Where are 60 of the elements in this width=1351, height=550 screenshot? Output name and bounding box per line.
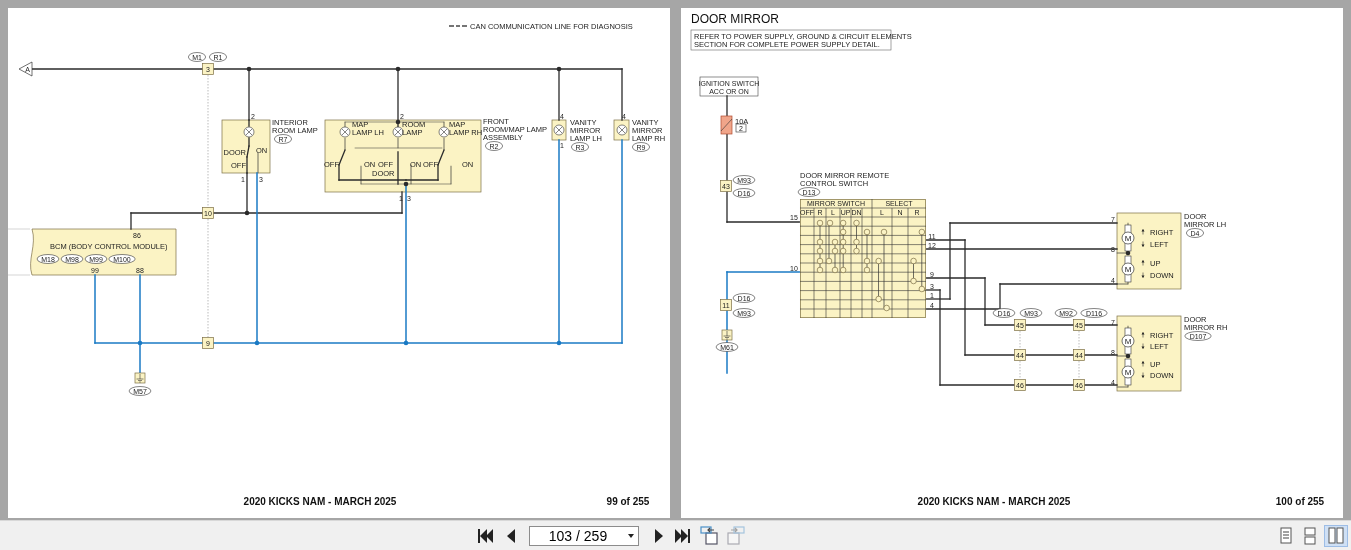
junction-dot xyxy=(244,210,250,216)
footer-title: 2020 KICKS NAM - MARCH 2025 xyxy=(243,495,397,507)
continuous-pages-icon xyxy=(1303,526,1319,545)
back-view-icon xyxy=(700,526,719,545)
two-pages-view-button[interactable] xyxy=(1324,524,1348,547)
contact-circle xyxy=(910,257,917,265)
up-arrow-icon xyxy=(1141,260,1145,266)
lamp-icon xyxy=(438,126,450,138)
junction-dot xyxy=(395,119,401,125)
component-box xyxy=(221,119,271,174)
down-arrow-icon xyxy=(1141,343,1145,349)
page-number: 100 of 255 xyxy=(1275,495,1325,507)
junction-dot xyxy=(246,66,252,72)
junction-dot xyxy=(254,340,260,346)
junction-dot xyxy=(556,340,562,346)
first-page-icon xyxy=(476,526,495,545)
motor-symbol: M xyxy=(1121,327,1135,355)
motor-symbol: M xyxy=(1121,255,1135,283)
contact-circle xyxy=(918,228,925,236)
wire xyxy=(726,133,728,181)
single-page-icon xyxy=(1279,526,1295,545)
up-arrow-icon xyxy=(1141,361,1145,367)
page-number-field[interactable]: 103 / 259 xyxy=(529,525,639,546)
ground-icon xyxy=(134,372,146,384)
line-style-icon xyxy=(448,25,468,27)
footer-title: 2020 KICKS NAM - MARCH 2025 xyxy=(917,495,1071,507)
contact-circle xyxy=(863,228,871,236)
contact-circle xyxy=(826,219,834,227)
forward-view-icon xyxy=(727,526,746,545)
two-pages-icon xyxy=(1328,526,1344,545)
lamp-icon xyxy=(392,126,404,138)
up-arrow-icon xyxy=(1141,332,1145,338)
motor-symbol: M xyxy=(1121,358,1135,386)
last-page-icon xyxy=(673,526,692,545)
lamp-icon xyxy=(553,124,565,136)
contact-circle xyxy=(816,219,824,227)
junction-dot xyxy=(403,181,409,187)
junction-dot xyxy=(137,340,143,346)
page-title: DOOR MIRROR xyxy=(691,12,779,26)
motor-symbol: M xyxy=(1121,224,1135,252)
down-arrow-icon xyxy=(1141,372,1145,378)
wire xyxy=(726,310,728,374)
junction-dot xyxy=(403,340,409,346)
lamp-icon xyxy=(339,126,351,138)
contact-circle xyxy=(880,228,888,236)
down-arrow-icon xyxy=(1141,241,1145,247)
ground-icon xyxy=(721,329,733,341)
contact-circle xyxy=(853,219,860,227)
down-arrow-icon xyxy=(1141,272,1145,278)
caret-icon xyxy=(627,532,635,539)
junction-dot xyxy=(556,66,562,72)
lamp-icon xyxy=(243,126,255,138)
wire xyxy=(726,95,728,117)
fuse-icon xyxy=(720,115,733,135)
junction-dot xyxy=(395,66,401,72)
lamp-icon xyxy=(616,124,628,136)
up-arrow-icon xyxy=(1141,229,1145,235)
contact-circle xyxy=(875,257,882,265)
page-number: 99 of 255 xyxy=(606,495,650,507)
switch-box xyxy=(699,76,759,97)
